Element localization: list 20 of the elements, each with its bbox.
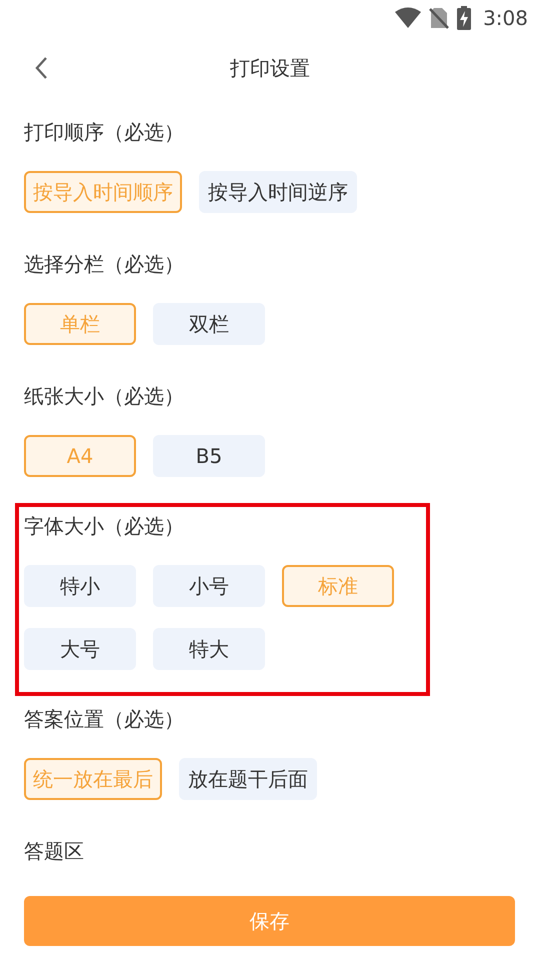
page-title: 打印设置 (230, 54, 310, 82)
section-title: 纸张大小（必选） (24, 383, 185, 410)
option-button[interactable]: 按导入时间逆序 (199, 171, 357, 213)
section-title: 打印顺序（必选） (24, 119, 185, 146)
option-button[interactable]: 特大 (153, 628, 265, 670)
section-title: 答案位置（必选） (24, 706, 185, 733)
option-button[interactable]: B5 (153, 435, 265, 477)
back-icon[interactable] (34, 56, 48, 80)
option-button[interactable]: 特小 (24, 565, 136, 607)
section-title: 字体大小（必选） (24, 513, 185, 540)
battery-charging-icon (457, 6, 472, 30)
option-button[interactable]: 双栏 (153, 303, 265, 345)
section-title: 答题区 (24, 838, 85, 865)
status-time: 3:08 (483, 6, 528, 30)
option-button[interactable]: 放在题干后面 (179, 758, 317, 800)
option-button[interactable]: 小号 (153, 565, 265, 607)
option-button[interactable]: 大号 (24, 628, 136, 670)
no-sim-icon (429, 7, 450, 29)
wifi-icon (395, 7, 422, 29)
section-title: 选择分栏（必选） (24, 251, 185, 278)
